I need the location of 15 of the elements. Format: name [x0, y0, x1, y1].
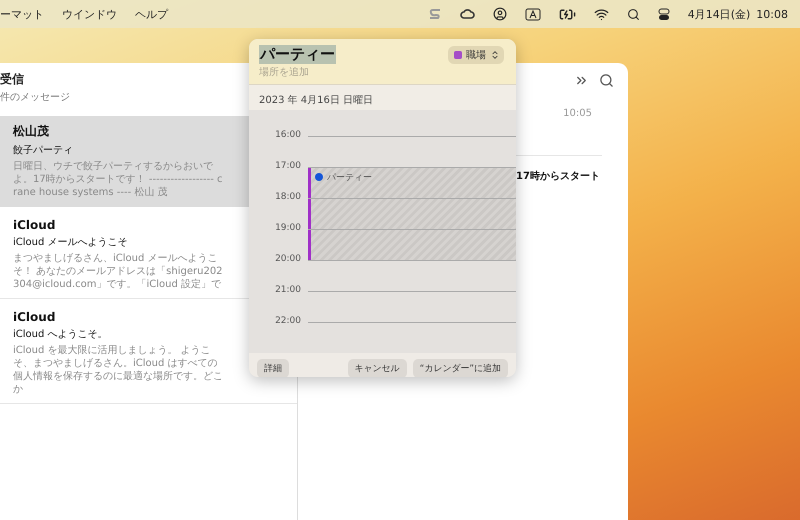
message-count: 件のメッセージ [0, 91, 70, 104]
message-sender: 松山茂 [13, 123, 49, 140]
message-preview: iCloud を最大限に活用しましょう。 ようこそ、まつやましげるさん。iCloud はすべての個人情報を保存するのに最適な場所です。どこか [13, 344, 224, 396]
message-subject: 餃子パーティ [13, 144, 73, 157]
message-preview: まつやましげるさん、iCloud メールへようこそ！ あなたのメールアドレスは「shigeru202304@icloud.com」です。「iCloud 設定」で [13, 252, 224, 291]
message-subject: iCloud メールへようこそ [13, 236, 128, 249]
message-time: 10:05 [563, 108, 592, 119]
message-body: 17時からスタート [516, 170, 601, 183]
mailbox-title: 受信 [0, 71, 24, 88]
event-date: 2023 年 4月16日 日曜日 [259, 95, 374, 106]
message-subject: iCloud へようこそ。 [13, 328, 108, 341]
event-title: パーティー [327, 172, 372, 184]
message-preview: 日曜日、ウチで餃子パーティするからおいでよ。17時からスタートです！ ------------------ crane house systems ---- 松山 茂 [13, 160, 224, 199]
message-sender: iCloud [13, 310, 56, 324]
message-sender: iCloud [13, 218, 56, 232]
